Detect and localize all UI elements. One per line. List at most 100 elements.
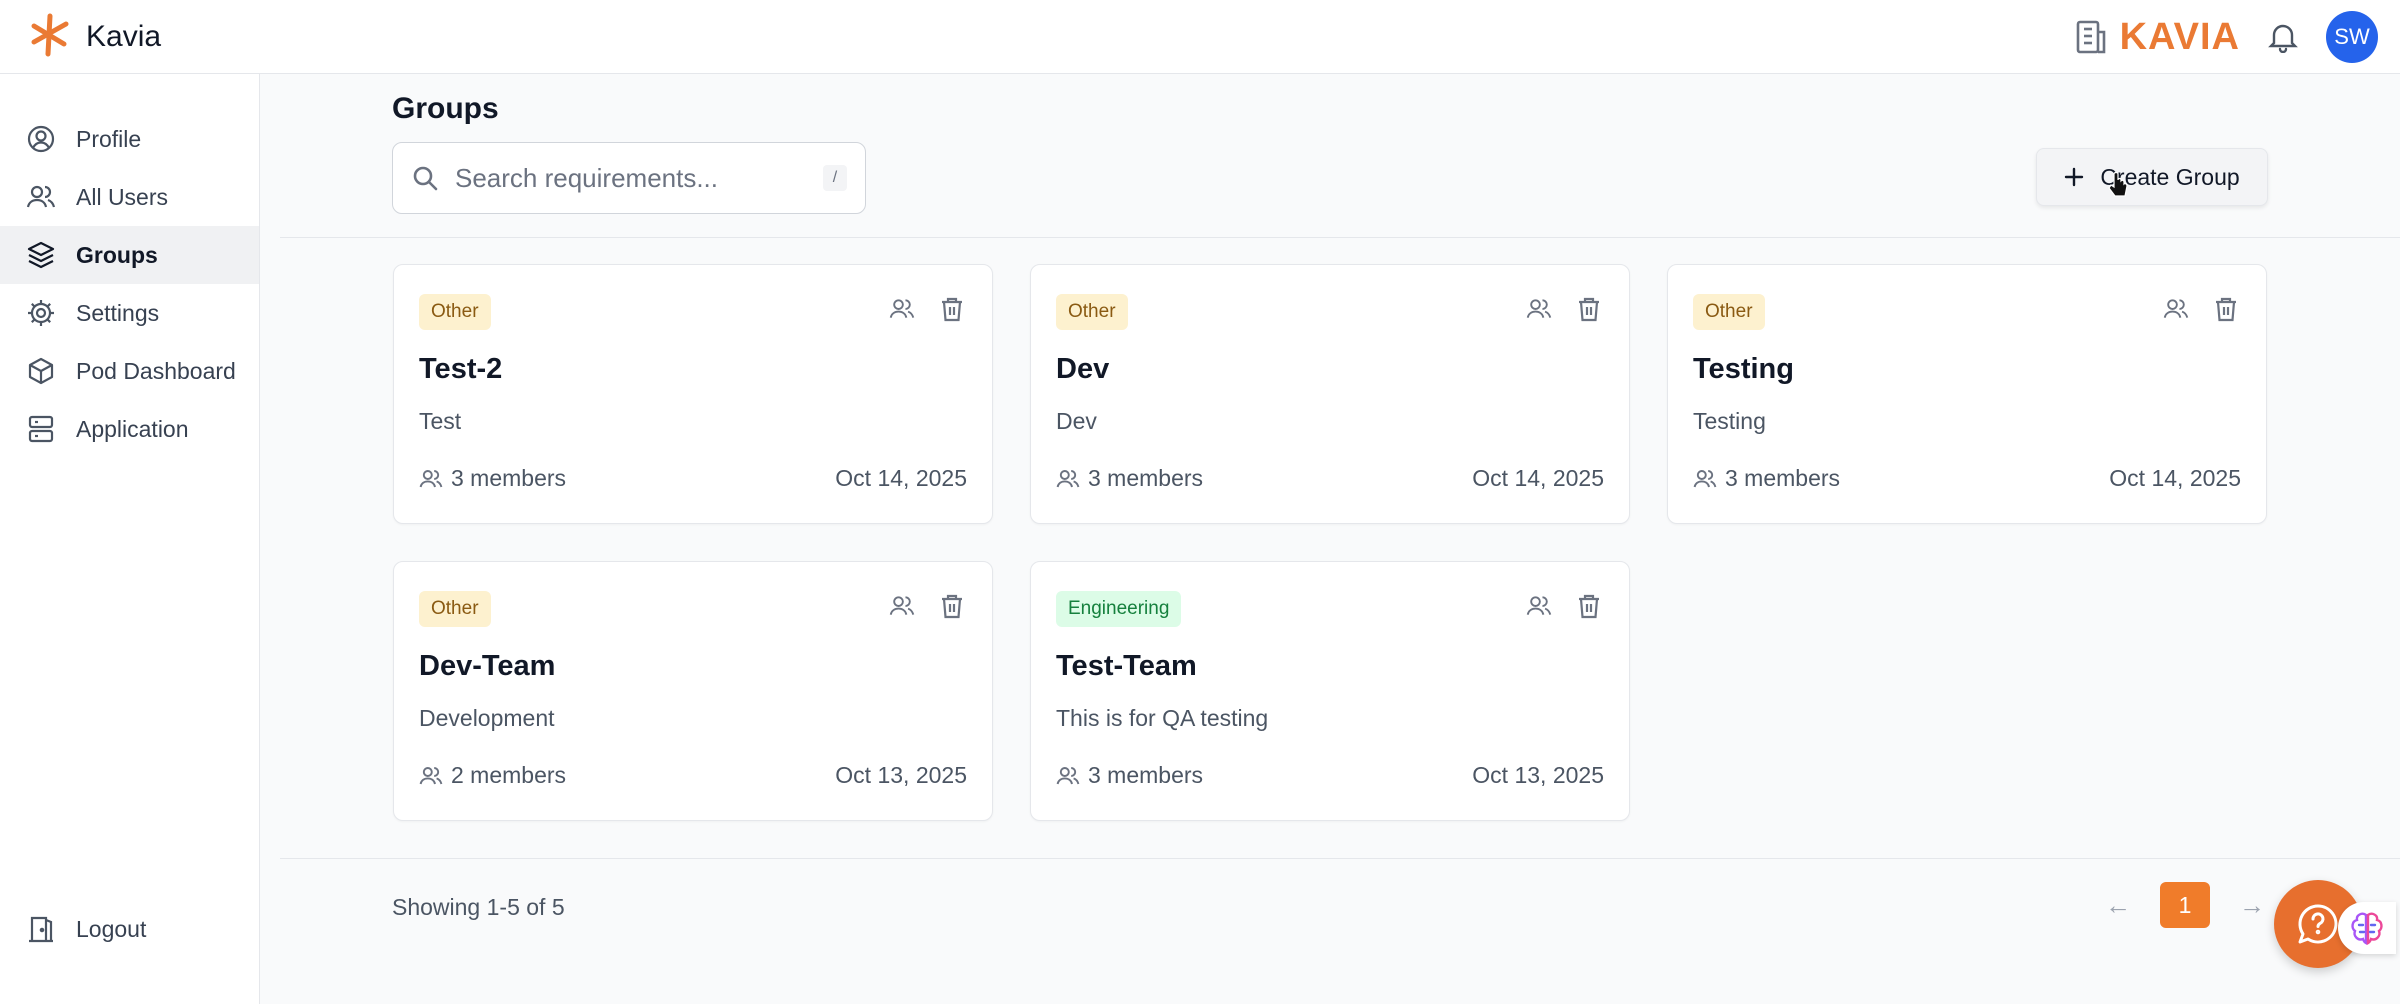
users-icon	[1056, 467, 1080, 491]
member-count: 3 members	[1056, 762, 1203, 789]
brain-icon	[2349, 911, 2385, 945]
sidebar: Profile All Users Groups Settings Pod Da…	[0, 74, 260, 1004]
users-icon	[1693, 467, 1717, 491]
member-count-label: 3 members	[1725, 465, 1841, 491]
group-name: Test-Team	[1056, 650, 1197, 682]
member-count: 3 members	[419, 465, 566, 492]
search-icon	[411, 164, 439, 192]
gear-icon	[26, 298, 56, 328]
users-icon	[26, 182, 56, 212]
search-input[interactable]: Search requirements...	[455, 163, 807, 194]
category-badge: Other	[1056, 294, 1128, 330]
sidebar-item-groups[interactable]: Groups	[0, 226, 259, 284]
group-date: Oct 13, 2025	[835, 762, 967, 788]
prev-page-button[interactable]: ←	[2100, 890, 2136, 921]
sidebar-item-label: Settings	[76, 299, 160, 326]
page-title: Groups	[392, 92, 499, 125]
group-date: Oct 14, 2025	[835, 465, 967, 491]
group-name: Dev	[1056, 353, 1110, 385]
group-card[interactable]: Other Testing Testing 3 members Oct 14, …	[1667, 264, 2267, 524]
ai-assistant-button[interactable]	[2338, 902, 2396, 954]
sidebar-item-label: Profile	[76, 125, 142, 152]
create-group-button[interactable]: Create Group	[2036, 148, 2268, 206]
category-badge: Other	[419, 591, 491, 627]
card-actions	[888, 592, 966, 620]
sidebar-item-label: Application	[76, 415, 189, 442]
bell-icon[interactable]	[2268, 21, 2298, 53]
members-icon[interactable]	[888, 295, 916, 323]
divider	[280, 858, 2400, 859]
divider	[280, 237, 2400, 238]
members-icon[interactable]	[888, 592, 916, 620]
group-description: Test	[419, 408, 462, 434]
member-count: 3 members	[1056, 465, 1203, 492]
category-badge: Other	[419, 294, 491, 330]
cube-icon	[26, 356, 56, 386]
avatar[interactable]: SW	[2326, 11, 2378, 63]
group-description: Testing	[1693, 408, 1766, 434]
sidebar-item-label: All Users	[76, 183, 169, 210]
members-icon[interactable]	[1525, 295, 1553, 323]
main-content: Groups Search requirements... / Create G…	[260, 74, 2400, 1004]
category-badge: Engineering	[1056, 591, 1182, 627]
building-icon	[2074, 18, 2108, 56]
logout-button[interactable]: Logout	[0, 900, 259, 958]
card-actions	[888, 295, 966, 323]
group-name: Dev-Team	[419, 650, 556, 682]
brand-word: KAVIA	[2119, 15, 2240, 58]
pagination-summary: Showing 1-5 of 5	[392, 894, 565, 920]
group-date: Oct 14, 2025	[2109, 465, 2241, 491]
search-box[interactable]: Search requirements... /	[392, 142, 866, 214]
member-count: 2 members	[419, 762, 566, 789]
group-card[interactable]: Other Dev Dev 3 members Oct 14, 2025	[1030, 264, 1630, 524]
trash-icon[interactable]	[938, 592, 966, 620]
sidebar-item-all-users[interactable]: All Users	[0, 168, 259, 226]
member-count-label: 3 members	[451, 465, 567, 491]
search-shortcut-key: /	[823, 165, 847, 191]
next-page-button[interactable]: →	[2234, 890, 2270, 921]
door-exit-icon	[26, 914, 56, 944]
group-card[interactable]: Other Dev-Team Development 2 members Oct…	[393, 561, 993, 821]
top-bar: Kavia KAVIA SW	[0, 0, 2400, 74]
card-actions	[1525, 295, 1603, 323]
app-name: Kavia	[86, 20, 162, 53]
group-description: This is for QA testing	[1056, 705, 1269, 731]
sidebar-item-application[interactable]: Application	[0, 400, 259, 458]
members-icon[interactable]	[1525, 592, 1553, 620]
sidebar-item-label: Pod Dashboard	[76, 357, 236, 384]
sidebar-item-settings[interactable]: Settings	[0, 284, 259, 342]
group-date: Oct 13, 2025	[1472, 762, 1604, 788]
sidebar-item-pod-dashboard[interactable]: Pod Dashboard	[0, 342, 259, 400]
members-icon[interactable]	[2162, 295, 2190, 323]
pagination: ← 1 →	[2100, 882, 2270, 928]
trash-icon[interactable]	[2212, 295, 2240, 323]
card-actions	[1525, 592, 1603, 620]
member-count-label: 2 members	[451, 762, 567, 788]
brand[interactable]: Kavia	[28, 13, 162, 60]
layers-icon	[26, 240, 56, 270]
plus-icon	[2064, 167, 2084, 187]
group-card[interactable]: Other Test-2 Test 3 members Oct 14, 2025	[393, 264, 993, 524]
group-card[interactable]: Engineering Test-Team This is for QA tes…	[1030, 561, 1630, 821]
group-name: Testing	[1693, 353, 1794, 385]
trash-icon[interactable]	[1575, 295, 1603, 323]
page-button-current[interactable]: 1	[2160, 882, 2210, 928]
trash-icon[interactable]	[1575, 592, 1603, 620]
member-count-label: 3 members	[1088, 762, 1204, 788]
server-icon	[26, 414, 56, 444]
question-chat-icon	[2296, 902, 2340, 946]
member-count: 3 members	[1693, 465, 1840, 492]
category-badge: Other	[1693, 294, 1765, 330]
group-date: Oct 14, 2025	[1472, 465, 1604, 491]
group-name: Test-2	[419, 353, 503, 385]
member-count-label: 3 members	[1088, 465, 1204, 491]
sidebar-item-profile[interactable]: Profile	[0, 110, 259, 168]
mouse-pointer-icon	[2108, 171, 2128, 203]
group-description: Dev	[1056, 408, 1097, 434]
avatar-initials: SW	[2334, 24, 2370, 49]
trash-icon[interactable]	[938, 295, 966, 323]
logout-label: Logout	[76, 915, 147, 942]
card-actions	[2162, 295, 2240, 323]
users-icon	[1056, 764, 1080, 788]
user-circle-icon	[26, 124, 56, 154]
